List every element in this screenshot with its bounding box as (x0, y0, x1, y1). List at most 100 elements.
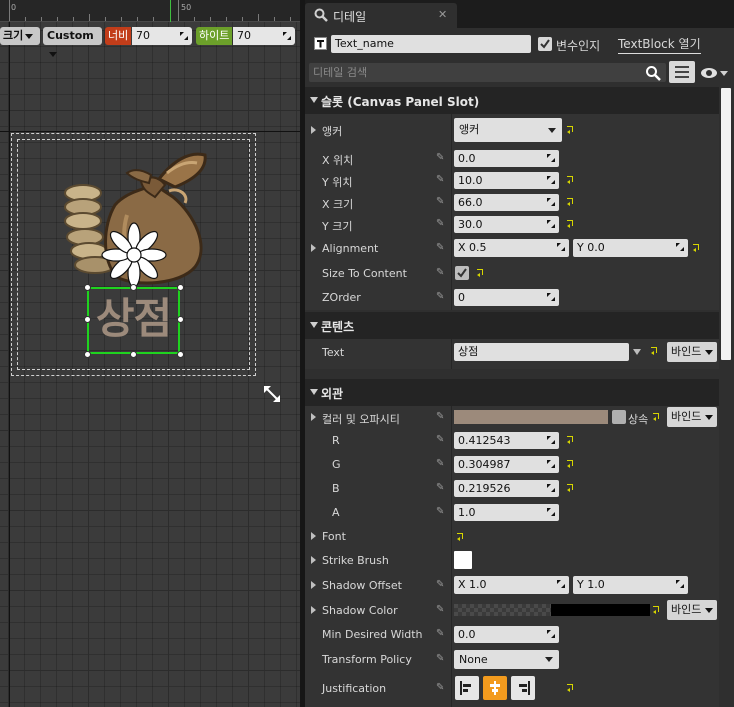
details-scrollbar[interactable] (721, 88, 731, 360)
selection-outline[interactable] (87, 287, 180, 354)
property-options-icon[interactable]: ✎ (436, 196, 444, 207)
section-header-content[interactable]: 콘텐츠 (305, 312, 719, 339)
resize-handle[interactable] (84, 351, 91, 358)
spin-arrows-icon[interactable] (282, 31, 292, 41)
reset-to-default-icon[interactable] (477, 269, 485, 277)
color-swatch[interactable] (454, 410, 608, 424)
property-options-icon[interactable]: ✎ (436, 267, 444, 278)
expand-arrow-icon[interactable] (311, 532, 316, 540)
expand-arrow-icon[interactable] (311, 413, 316, 421)
reset-to-default-icon[interactable] (651, 347, 659, 355)
property-options-icon[interactable]: ✎ (436, 682, 444, 693)
reset-to-default-icon[interactable] (693, 244, 701, 252)
property-options-icon[interactable]: ✎ (436, 434, 444, 445)
property-options-icon[interactable]: ✎ (436, 653, 444, 664)
reset-to-default-icon[interactable] (567, 460, 575, 468)
shadow-color-bind-button[interactable]: 바인드 (667, 600, 717, 620)
justify-center-button[interactable] (483, 676, 507, 700)
chevron-down-icon[interactable] (632, 348, 642, 356)
property-options-icon[interactable]: ✎ (436, 604, 444, 615)
reset-to-default-icon[interactable] (567, 126, 575, 134)
expand-arrow-icon[interactable] (311, 606, 316, 614)
red-channel-input[interactable]: 0.412543 (454, 432, 559, 449)
spin-arrows-icon[interactable] (546, 459, 556, 469)
property-options-icon[interactable]: ✎ (436, 411, 444, 422)
resize-handle[interactable] (177, 351, 184, 358)
spin-arrows-icon[interactable] (546, 507, 556, 517)
justify-left-button[interactable] (455, 676, 479, 700)
y-size-input[interactable]: 30.0 (454, 216, 559, 233)
resize-handle[interactable] (130, 284, 137, 291)
color-bind-button[interactable]: 바인드 (667, 407, 717, 427)
section-header-slot[interactable]: 슬롯 (Canvas Panel Slot) (305, 87, 719, 114)
property-options-icon[interactable]: ✎ (436, 291, 444, 302)
alignment-x-input[interactable]: X 0.5 (454, 239, 569, 257)
inherit-checkbox[interactable] (612, 410, 626, 424)
height-field[interactable]: 하이트 70 (196, 27, 295, 45)
property-options-icon[interactable]: ✎ (436, 242, 444, 253)
y-position-input[interactable]: 10.0 (454, 172, 559, 189)
strike-brush-swatch[interactable] (454, 551, 472, 569)
widget-name-input[interactable]: Text_name (331, 35, 531, 53)
is-variable-checkbox[interactable] (538, 37, 552, 51)
spin-arrows-icon[interactable] (546, 153, 556, 163)
canvas-resize-icon[interactable] (262, 384, 282, 404)
x-position-input[interactable]: 0.0 (454, 150, 559, 167)
resize-handle[interactable] (84, 284, 91, 291)
justify-right-button[interactable] (511, 676, 535, 700)
width-field[interactable]: 너비 70 (105, 27, 192, 45)
property-options-icon[interactable]: ✎ (436, 174, 444, 185)
pivot-marker-icon[interactable] (101, 222, 167, 288)
screen-size-dropdown[interactable]: 크기 (0, 27, 40, 45)
spin-arrows-icon[interactable] (546, 483, 556, 493)
view-options-button[interactable] (669, 61, 695, 83)
reset-to-default-icon[interactable] (567, 684, 575, 692)
spin-arrows-icon[interactable] (546, 292, 556, 302)
property-options-icon[interactable]: ✎ (436, 579, 444, 590)
blue-channel-input[interactable]: 0.219526 (454, 480, 559, 497)
shadow-offset-y-input[interactable]: Y 1.0 (573, 576, 688, 594)
search-icon[interactable] (645, 65, 661, 81)
property-options-icon[interactable]: ✎ (436, 458, 444, 469)
tab-details[interactable]: 디테일 ✕ (305, 3, 457, 28)
shadow-color-swatch[interactable] (454, 604, 650, 616)
shadow-offset-x-input[interactable]: X 1.0 (454, 576, 569, 594)
spin-arrows-icon[interactable] (179, 31, 189, 41)
spin-arrows-icon[interactable] (675, 242, 685, 252)
text-bind-button[interactable]: 바인드 (667, 342, 717, 362)
property-options-icon[interactable]: ✎ (436, 152, 444, 163)
reset-to-default-icon[interactable] (653, 606, 661, 614)
resize-handle[interactable] (177, 316, 184, 323)
spin-arrows-icon[interactable] (546, 197, 556, 207)
spin-arrows-icon[interactable] (546, 175, 556, 185)
transform-policy-dropdown[interactable]: None (454, 650, 559, 669)
x-size-input[interactable]: 66.0 (454, 194, 559, 211)
reset-to-default-icon[interactable] (653, 413, 661, 421)
reset-to-default-icon[interactable] (567, 176, 575, 184)
spin-arrows-icon[interactable] (556, 579, 566, 589)
spin-arrows-icon[interactable] (546, 219, 556, 229)
spin-arrows-icon[interactable] (675, 579, 685, 589)
reset-to-default-icon[interactable] (567, 436, 575, 444)
alignment-y-input[interactable]: Y 0.0 (573, 239, 688, 257)
size-mode-dropdown[interactable]: Custom (43, 27, 102, 57)
spin-arrows-icon[interactable] (556, 242, 566, 252)
min-desired-width-input[interactable]: 0.0 (454, 626, 559, 643)
open-textblock-link[interactable]: TextBlock 열기 (618, 35, 701, 54)
expand-arrow-icon[interactable] (311, 556, 316, 564)
close-icon[interactable]: ✕ (438, 8, 447, 21)
section-header-appearance[interactable]: 외관 (305, 379, 719, 406)
spin-arrows-icon[interactable] (546, 629, 556, 639)
property-options-icon[interactable]: ✎ (436, 628, 444, 639)
size-to-content-checkbox[interactable] (455, 266, 469, 280)
spin-arrows-icon[interactable] (546, 435, 556, 445)
property-options-icon[interactable]: ✎ (436, 506, 444, 517)
details-search-input[interactable]: 디테일 검색 (309, 63, 666, 82)
text-value-input[interactable]: 상점 (454, 343, 629, 361)
resize-handle[interactable] (84, 316, 91, 323)
expand-arrow-icon[interactable] (311, 126, 316, 134)
anchor-dropdown[interactable]: 앵커 (454, 118, 562, 142)
reset-to-default-icon[interactable] (567, 198, 575, 206)
property-options-icon[interactable]: ✎ (436, 482, 444, 493)
zorder-input[interactable]: 0 (454, 289, 559, 306)
